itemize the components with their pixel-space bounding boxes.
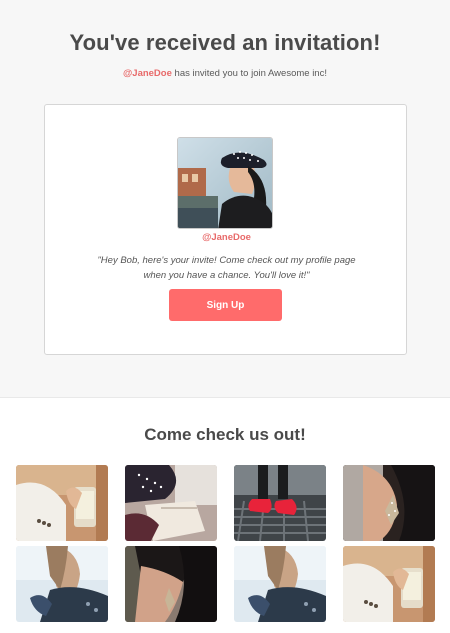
invite-quote: "Hey Bob, here's your invite! Come check…	[97, 255, 356, 281]
gallery-photo-earring[interactable]	[343, 465, 435, 541]
invite-card: @JaneDoe "Hey Bob, here's your invite! C…	[44, 104, 407, 355]
gallery-photo-red-shoes[interactable]	[234, 465, 326, 541]
page-title: You've received an invitation!	[69, 30, 381, 55]
profile-photo-icon	[178, 138, 272, 228]
gallery-photo-jacket-meditate[interactable]	[16, 546, 108, 622]
gallery-photo-drink[interactable]	[16, 465, 108, 541]
invite-subtitle: @JaneDoe has invited you to join Awesome…	[0, 68, 450, 79]
invite-text: has invited you to join Awesome inc!	[174, 68, 327, 79]
inviter-handle[interactable]: @JaneDoe	[123, 68, 172, 79]
photo-earring-dark-icon	[125, 546, 217, 622]
photo-red-shoes-icon	[234, 465, 326, 541]
gallery-photo-drink-2[interactable]	[343, 546, 435, 622]
photo-earring-icon	[343, 465, 435, 541]
gallery-title: Come check us out!	[144, 425, 306, 444]
gallery-photo-earring-dark[interactable]	[125, 546, 217, 622]
card-handle[interactable]: @JaneDoe	[45, 232, 408, 243]
signup-button[interactable]: Sign Up	[169, 289, 282, 321]
photo-jacket-meditate-2-icon	[234, 546, 326, 622]
photo-gallery	[16, 465, 436, 623]
gallery-photo-jacket-meditate-2[interactable]	[234, 546, 326, 622]
invitation-section: You've received an invitation! @JaneDoe …	[0, 0, 450, 398]
photo-hat-reading-icon	[125, 465, 217, 541]
photo-drink-2-icon	[343, 546, 435, 622]
photo-drink-icon	[16, 465, 108, 541]
gallery-photo-hat-reading[interactable]	[125, 465, 217, 541]
avatar	[177, 137, 273, 229]
photo-jacket-meditate-icon	[16, 546, 108, 622]
